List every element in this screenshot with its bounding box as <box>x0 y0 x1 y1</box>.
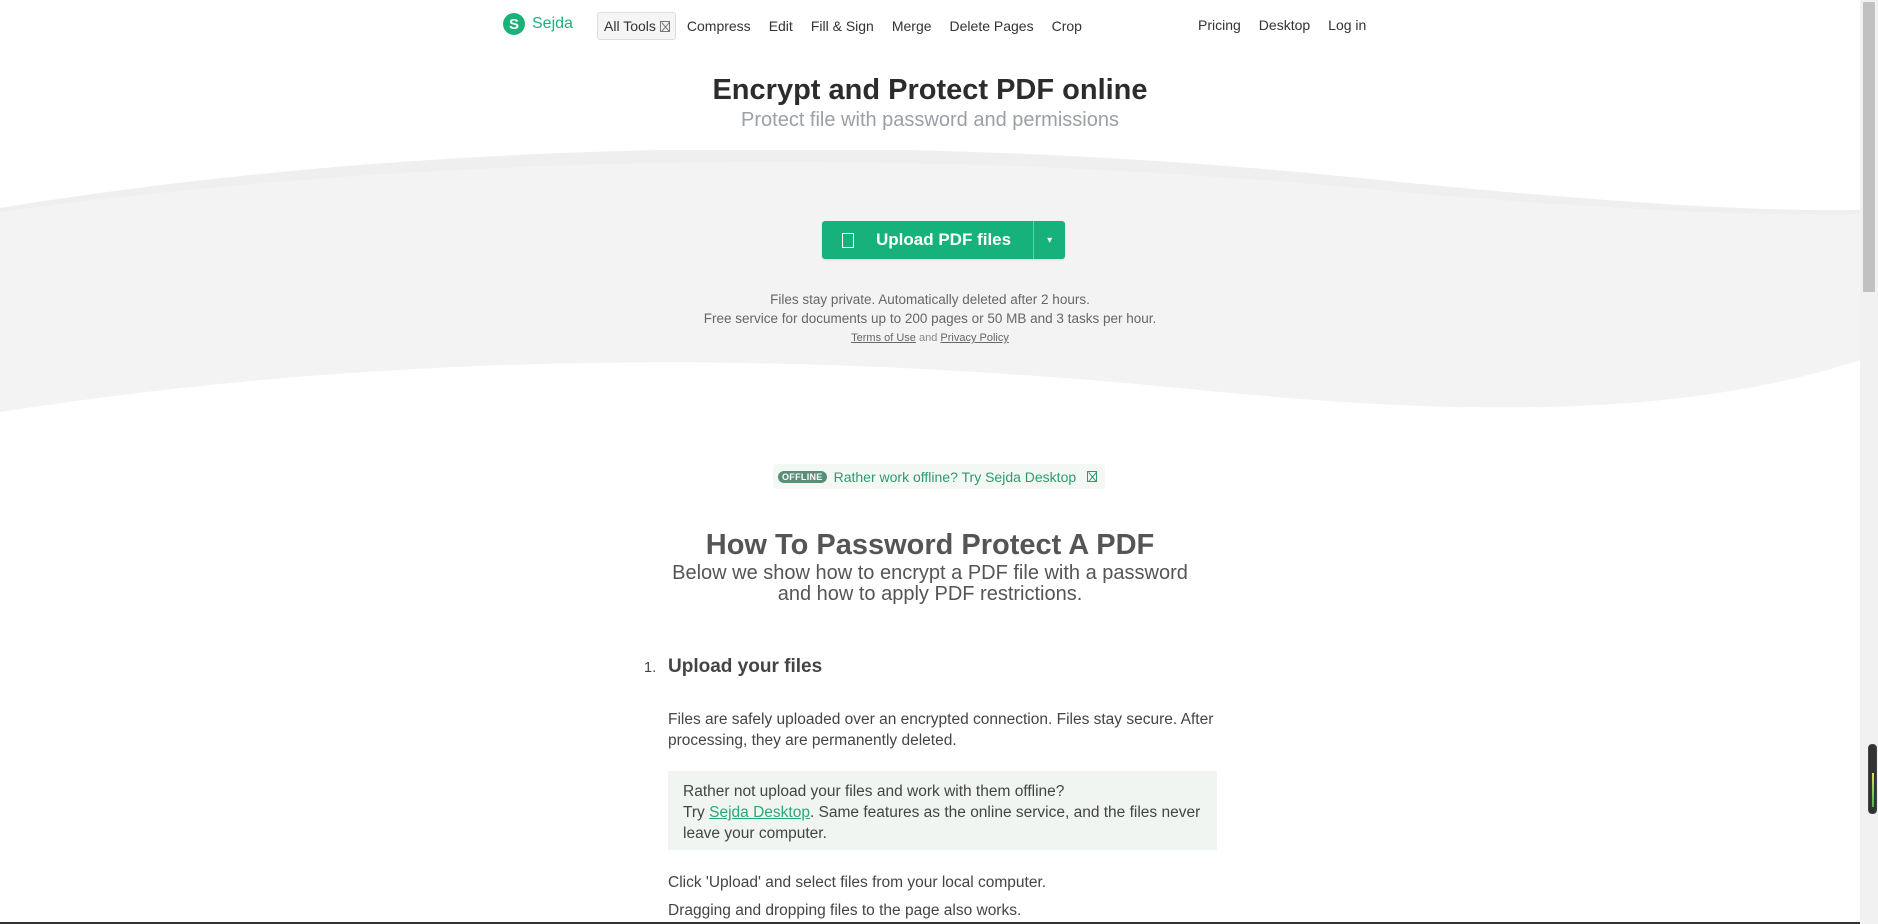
page-subtitle: Protect file with password and permissio… <box>741 109 1119 131</box>
callout-try: Try <box>683 804 705 821</box>
page-scrollbar[interactable] <box>1860 0 1878 924</box>
sejda-desktop-link[interactable]: Sejda Desktop <box>709 804 810 821</box>
top-navigation: S Sejda All Tools Compress Edit Fill & S… <box>0 0 1860 50</box>
dropdown-glyph-icon <box>659 21 670 32</box>
upload-options-dropdown[interactable]: ▾ <box>1033 221 1066 259</box>
nav-all-tools-label: All Tools <box>604 18 656 34</box>
callout-line-1: Rather not upload your files and work wi… <box>683 783 1065 800</box>
nav-crop[interactable]: Crop <box>1043 13 1091 39</box>
nav-login[interactable]: Log in <box>1319 12 1375 38</box>
nav-pricing[interactable]: Pricing <box>1189 12 1250 38</box>
step-number: 1. <box>644 660 657 676</box>
step-description: Files are safely uploaded over an encryp… <box>668 711 1214 749</box>
howto-subtitle: Below we show how to encrypt a PDF file … <box>0 563 1860 605</box>
nav-desktop[interactable]: Desktop <box>1250 12 1319 38</box>
page-title: Encrypt and Protect PDF online <box>712 74 1148 106</box>
sejda-logo[interactable]: S Sejda <box>503 13 573 35</box>
offline-text: Rather work offline? Try Sejda Desktop <box>833 468 1077 485</box>
nav-delete-pages[interactable]: Delete Pages <box>941 13 1043 39</box>
offline-promo-link[interactable]: OFFLINE Rather work offline? Try Sejda D… <box>773 464 1106 489</box>
upload-label: Upload PDF files <box>876 230 1012 249</box>
privacy-notice: Files stay private. Automatically delete… <box>0 290 1860 328</box>
scrollbar-thumb[interactable] <box>1863 2 1875 292</box>
nav-compress[interactable]: Compress <box>678 13 760 39</box>
logo-mark-icon: S <box>503 13 525 35</box>
upload-pdf-button[interactable]: Upload PDF files <box>822 221 1034 259</box>
nav-edit[interactable]: Edit <box>760 13 802 39</box>
callout-line-2: Try Sejda Desktop. Same features as the … <box>683 802 1202 844</box>
drag-drop-instruction: Dragging and dropping files to the page … <box>668 902 1022 919</box>
terms-link[interactable]: Terms of Use <box>851 332 916 344</box>
nav-all-tools[interactable]: All Tools <box>597 12 676 40</box>
level-indicator-widget <box>1868 744 1877 814</box>
brand-name: Sejda <box>532 15 573 32</box>
upload-instruction: Click 'Upload' and select files from you… <box>668 874 1047 891</box>
nav-merge[interactable]: Merge <box>883 13 941 39</box>
privacy-policy-link[interactable]: Privacy Policy <box>940 332 1008 344</box>
level-indicator-bar <box>1872 773 1874 807</box>
upload-control: Upload PDF files ▾ <box>822 221 1066 259</box>
file-icon <box>842 232 854 248</box>
offline-badge: OFFLINE <box>778 470 827 483</box>
nav-fill-sign[interactable]: Fill & Sign <box>802 13 883 39</box>
howto-subtitle-line-2: and how to apply PDF restrictions. <box>777 583 1083 605</box>
step-title: Upload your files <box>668 656 823 677</box>
nav-account: Pricing Desktop Log in <box>1189 12 1375 38</box>
legal-and: and <box>918 332 938 344</box>
legal-links: Terms of Use and Privacy Policy <box>0 332 1860 344</box>
howto-title: How To Password Protect A PDF <box>705 529 1155 561</box>
external-link-icon <box>1087 471 1098 482</box>
privacy-line-2: Free service for documents up to 200 pag… <box>703 311 1157 326</box>
desktop-callout: Rather not upload your files and work wi… <box>668 771 1217 850</box>
nav-tools: All Tools Compress Edit Fill & Sign Merg… <box>597 12 1091 40</box>
privacy-line-1: Files stay private. Automatically delete… <box>770 292 1090 307</box>
howto-subtitle-line-1: Below we show how to encrypt a PDF file … <box>672 562 1188 584</box>
